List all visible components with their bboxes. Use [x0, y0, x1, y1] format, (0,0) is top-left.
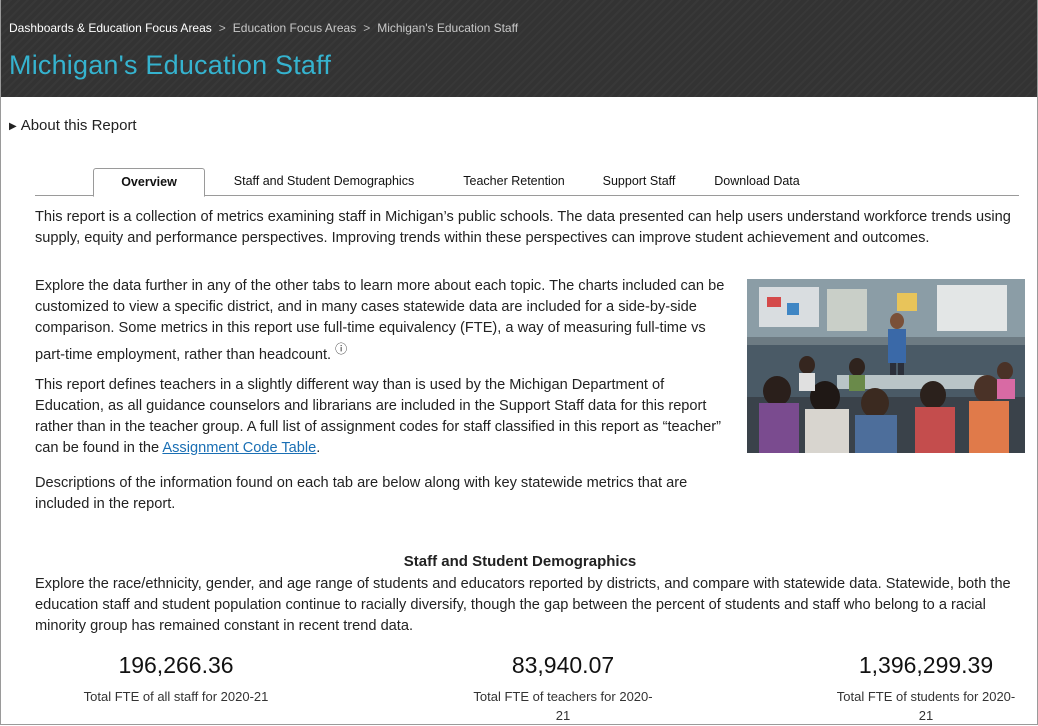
breadcrumb-separator: > — [363, 21, 371, 35]
metric-label: Total FTE of teachers for 2020-21 — [473, 689, 653, 723]
overview-explore-text: Explore the data further in any of the o… — [35, 278, 725, 363]
overview-intro-paragraph: This report is a collection of metrics e… — [35, 209, 1011, 246]
metric-students: 1,396,299.39 Total FTE of students for 2… — [831, 652, 1021, 724]
overview-definition-text: This report defines teachers in a slight… — [35, 377, 721, 456]
about-report-label: About this Report — [20, 117, 137, 134]
page-title: Michigan's Education Staff — [9, 50, 332, 80]
metric-label: Total FTE of students for 2020-21 — [836, 689, 1016, 723]
metric-label: Total FTE of all staff for 2020-21 — [83, 689, 269, 704]
breadcrumb-separator: > — [218, 21, 226, 35]
overview-explore-paragraph: Explore the data further in any of the o… — [35, 276, 735, 366]
breadcrumb: Dashboards & Education Focus Areas > Educa… — [9, 21, 518, 35]
tab-overview[interactable]: Overview — [93, 168, 205, 197]
breadcrumb-item-dashboards[interactable]: Dashboards & Education Focus Areas — [9, 21, 212, 35]
tab-download-data[interactable]: Download Data — [697, 168, 817, 195]
overview-definition-end: . — [316, 440, 321, 456]
tab-teacher-retention[interactable]: Teacher Retention — [447, 168, 581, 195]
breadcrumb-item-current: Michigan's Education Staff — [377, 21, 519, 35]
metric-value: 1,396,299.39 — [858, 652, 994, 678]
metric-all-staff: 196,266.36 Total FTE of all staff for 20… — [81, 652, 271, 706]
section-description-demographics: Explore the race/ethnicity, gender, and … — [35, 576, 1011, 634]
overview-definition-paragraph: This report defines teachers in a slight… — [35, 375, 735, 459]
tab-staff-student-demographics[interactable]: Staff and Student Demographics — [207, 168, 441, 195]
page-frame: Dashboards & Education Focus Areas > Educa… — [0, 0, 1038, 725]
breadcrumb-item-focus-areas[interactable]: Education Focus Areas — [233, 21, 356, 35]
section-title-demographics: Staff and Student Demographics — [403, 553, 637, 570]
overview-descriptions-paragraph: Descriptions of the information found on… — [35, 475, 688, 512]
tab-bar: Overview Staff and Student Demographics … — [35, 168, 1019, 197]
classroom-photo — [747, 279, 1025, 453]
metric-value: 83,940.07 — [511, 652, 615, 678]
page-header: Dashboards & Education Focus Areas > Educa… — [1, 0, 1037, 97]
metric-value: 196,266.36 — [118, 652, 234, 678]
info-icon[interactable]: ⓘ — [335, 342, 347, 356]
metric-teachers: 83,940.07 Total FTE of teachers for 2020… — [468, 652, 658, 724]
assignment-code-table-link[interactable]: Assignment Code Table — [162, 440, 316, 456]
tab-support-staff[interactable]: Support Staff — [587, 168, 691, 195]
expand-triangle-icon: ▶ — [9, 121, 17, 132]
about-report-toggle[interactable]: ▶ About this Report — [9, 117, 137, 134]
